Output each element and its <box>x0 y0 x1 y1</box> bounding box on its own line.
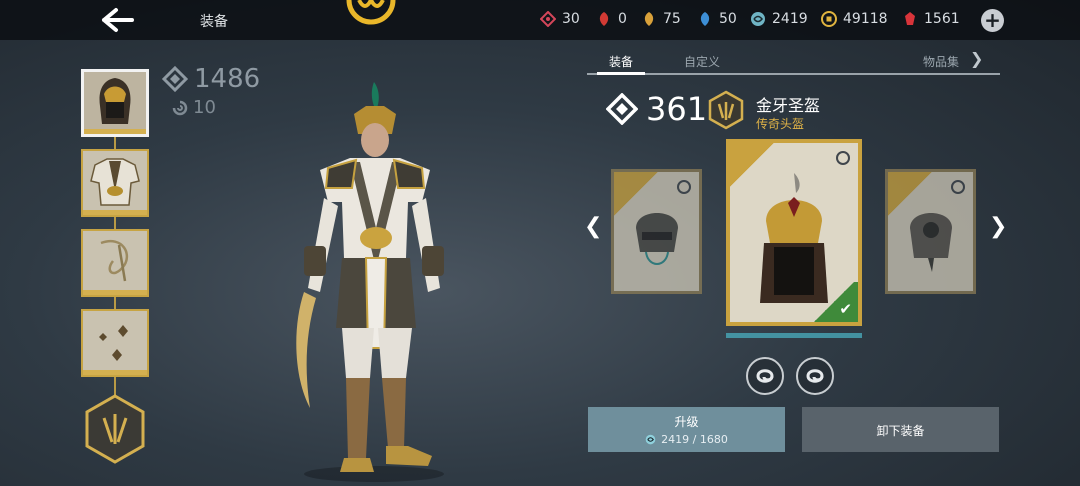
swirl-icon <box>806 369 824 383</box>
resource-value: 49118 <box>843 11 888 27</box>
back-arrow-icon <box>102 8 134 32</box>
enchant-button[interactable] <box>796 357 834 395</box>
coin-icon <box>821 11 837 27</box>
rarity-corner <box>888 172 932 216</box>
resource-blue-leaf[interactable]: 50 <box>697 11 737 27</box>
slot-helmet[interactable] <box>81 69 149 137</box>
carousel-next-button[interactable]: ❯ <box>989 214 1007 239</box>
upgrade-cost-value: 2419 / 1680 <box>661 433 728 446</box>
checkmark-icon: ✔ <box>839 300 852 318</box>
ruby-icon <box>905 12 915 25</box>
slot-bar <box>83 290 147 295</box>
eye-icon <box>836 151 850 165</box>
resource-value: 2419 <box>772 11 808 27</box>
red-diamond-icon <box>540 11 556 27</box>
character-model[interactable] <box>280 78 460 482</box>
reroll-button[interactable] <box>746 357 784 395</box>
resource-value: 0 <box>618 11 627 27</box>
slot-bar <box>83 210 147 215</box>
item-name: 金牙圣盔 <box>756 96 821 115</box>
eye-icon <box>951 180 965 194</box>
item-rarity: 传奇头盔 <box>756 117 805 131</box>
blue-leaf-icon <box>700 12 710 26</box>
whip-icon <box>100 239 129 282</box>
slot-ranged[interactable] <box>81 309 149 377</box>
resource-value: 75 <box>663 11 681 27</box>
resource-value: 1561 <box>924 11 960 27</box>
resource-value: 30 <box>562 11 580 27</box>
add-currency-button[interactable]: + <box>981 9 1004 32</box>
item-card-next[interactable] <box>885 169 976 294</box>
resource-coins[interactable]: 49118 <box>821 11 888 27</box>
resource-rubies[interactable]: 1561 <box>902 11 960 27</box>
tab-item-sets[interactable]: 物品集 <box>923 53 959 70</box>
item-power-value: 361 <box>646 90 708 128</box>
equipped-marker: ✔ <box>810 282 858 322</box>
chevron-right-icon[interactable]: ❯ <box>970 49 983 68</box>
rank-swirl-icon <box>172 100 188 115</box>
shuriken-icon <box>99 325 128 361</box>
resource-gold-leaf[interactable]: 75 <box>641 11 681 27</box>
slot-bar <box>83 370 147 375</box>
top-bar: 装备 30 0 75 50 2419 49118 1561 + <box>0 0 1080 40</box>
resource-red-gem[interactable]: 30 <box>540 11 580 27</box>
slot-weapon[interactable] <box>81 229 149 297</box>
upgrade-button[interactable]: 升级 2419 / 1680 <box>588 407 785 452</box>
item-power: 361 <box>606 90 707 128</box>
unequip-button[interactable]: 卸下装备 <box>802 407 999 452</box>
gold-leaf-icon <box>644 12 654 26</box>
character-power: 1486 <box>162 64 260 94</box>
weapon-class-hex-button[interactable] <box>84 394 146 464</box>
slot-armor[interactable] <box>81 149 149 217</box>
slot-bar <box>84 129 146 134</box>
character-power-value: 1486 <box>194 64 261 94</box>
swirl-icon <box>645 434 656 445</box>
tab-customize[interactable]: 自定义 <box>684 53 720 70</box>
selected-item-bar <box>726 333 862 338</box>
armor-icon <box>90 158 140 206</box>
character-rank-value: 10 <box>193 97 216 118</box>
character-rank: 10 <box>172 97 216 118</box>
resource-red-leaf[interactable]: 0 <box>596 11 627 27</box>
resource-essence[interactable]: 2419 <box>750 11 808 27</box>
tab-active-underline <box>597 72 645 75</box>
upgrade-cost: 2419 / 1680 <box>588 433 785 446</box>
upgrade-label: 升级 <box>674 415 699 429</box>
eye-icon <box>677 180 691 194</box>
power-diamond-icon <box>606 93 638 125</box>
tab-equipment[interactable]: 装备 <box>609 53 633 70</box>
helmet-icon <box>99 78 131 124</box>
resource-value: 50 <box>719 11 737 27</box>
rarity-corner <box>730 143 774 187</box>
power-diamond-icon <box>162 66 188 92</box>
rarity-corner <box>614 172 658 216</box>
red-leaf-icon <box>599 12 609 26</box>
swirl-icon <box>756 369 774 383</box>
item-card-previous[interactable] <box>611 169 702 294</box>
item-card-selected[interactable]: ✔ <box>726 139 862 326</box>
swirl-icon <box>751 12 765 26</box>
clan-emblem-icon[interactable] <box>345 0 397 26</box>
page-title: 装备 <box>200 14 228 30</box>
legendary-class-badge-icon <box>708 90 744 130</box>
unequip-label: 卸下装备 <box>876 424 925 438</box>
back-button[interactable] <box>98 6 138 34</box>
carousel-prev-button[interactable]: ❮ <box>584 214 602 239</box>
